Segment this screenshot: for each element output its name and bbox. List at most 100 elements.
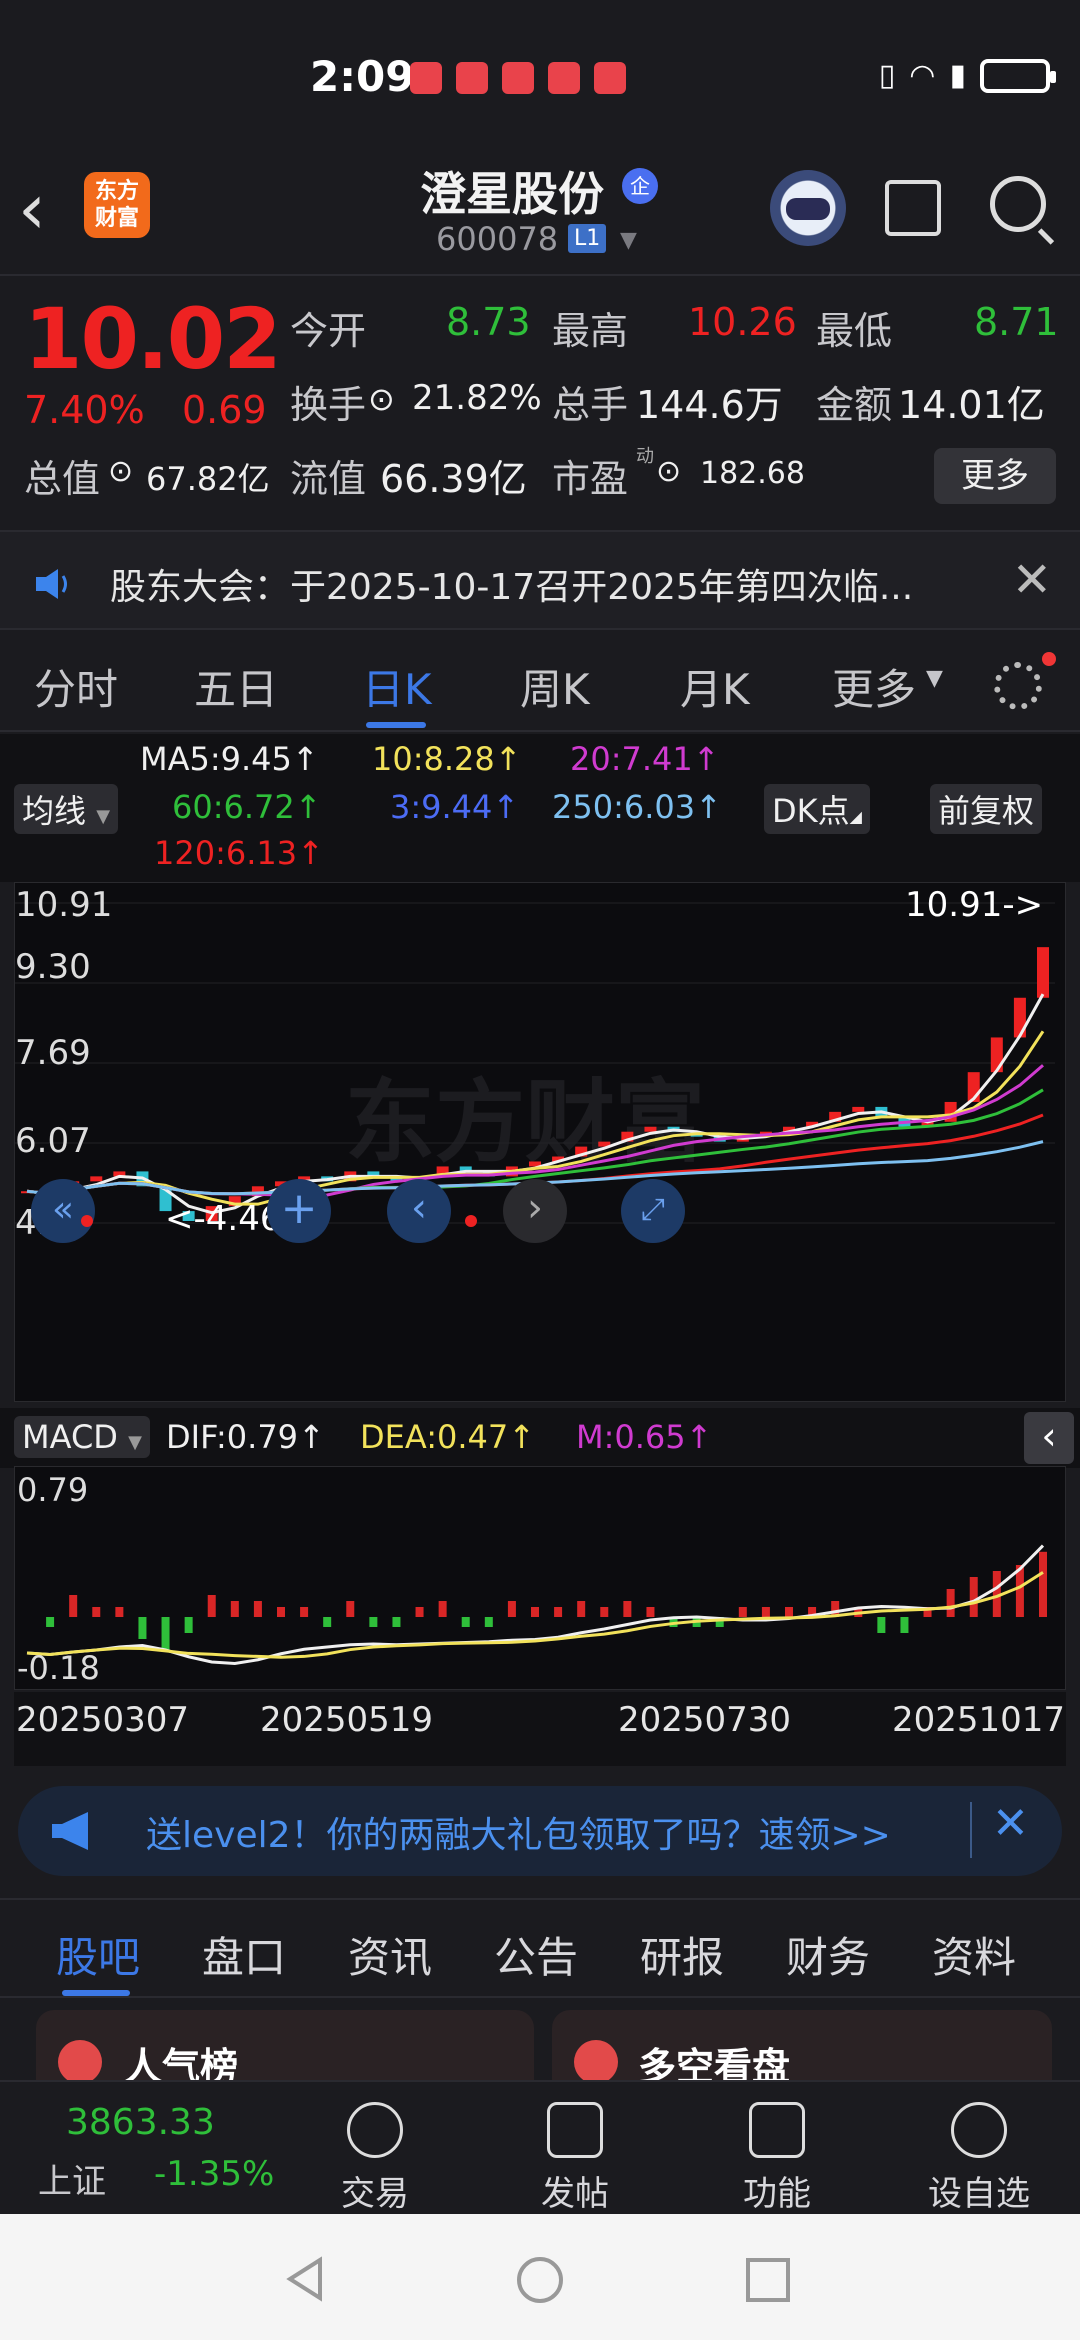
date-label: 20250519 [260,1700,434,1740]
info-icon[interactable]: ⊙ [368,380,395,418]
notice-bar[interactable]: 股东大会：于2025-10-17召开2025年第四次临... ✕ [0,530,1080,630]
macd-chart[interactable]: 0.79 -0.18 [14,1466,1066,1690]
index-value[interactable]: 3863.33 [66,2102,215,2143]
share-icon[interactable] [885,180,941,236]
y-tick: 7.69 [15,1033,91,1073]
ma3-label: 3:9.44↑ [390,788,520,826]
macd-y-min: -0.18 [17,1649,100,1687]
low-label: 最低 [816,309,893,353]
functions-button[interactable]: 功能 [712,2102,842,2215]
tab-news[interactable]: 资讯 [348,1924,432,1985]
battery-icon [980,58,1056,93]
chevron-left-icon[interactable]: ‹ [1024,1412,1074,1464]
close-icon[interactable]: ✕ [1012,552,1052,608]
candle [1013,997,1026,1038]
macd-selector[interactable]: MACD ▼ [14,1416,150,1458]
pe-label: 市盈 [552,457,629,501]
chart-icon [58,2040,102,2080]
fullscreen-icon[interactable]: ⤢ [621,1179,685,1243]
promo-banner[interactable]: 送level2！你的两融大礼包领取了吗？速领>> ✕ [18,1786,1062,1876]
back-icon[interactable]: ‹ [18,174,46,244]
popularity-card[interactable]: 人气榜 [36,2010,534,2080]
kline-chart[interactable]: 东方财富 10.91 9.30 7.69 6.07 4.46 10.91-> <… [14,882,1066,1402]
tab-guba[interactable]: 股吧 [56,1924,140,1985]
add-watchlist-button[interactable]: 设自选 [914,2102,1044,2215]
active-tab-indicator [62,1990,130,1996]
more-button[interactable]: 更多 [934,448,1056,504]
chevron-right-icon[interactable]: › [503,1179,567,1243]
adjust-button[interactable]: 前复权 [930,784,1043,834]
ma20-label: 20:7.41↑ [570,740,720,778]
zoom-in-icon[interactable]: + [267,1179,331,1243]
date-label: 20251017 [892,1700,1066,1740]
recents-square-icon[interactable] [744,2256,792,2304]
ma5-label: MA5:9.45↑ [140,740,319,778]
info-icon[interactable]: ⊙ [656,454,681,489]
macd-bar [969,1577,978,1617]
float-cap-value: 66.39亿 [380,457,527,501]
megaphone-icon [52,1812,88,1850]
enterprise-badge: 企 [622,168,658,204]
market-cap-value: 67.82亿 [146,460,270,498]
gear-icon[interactable] [994,662,1042,710]
macd-bar [300,1607,309,1617]
home-circle-icon[interactable] [514,2254,566,2306]
macd-bar [461,1617,470,1627]
turnover-label: 换手 [290,383,367,427]
open-label: 今开 [290,309,367,353]
post-label: 发帖 [541,2174,609,2214]
rewind-icon[interactable]: « [31,1179,95,1243]
post-button[interactable]: 发帖 [510,2102,640,2215]
macd-bar [92,1607,101,1617]
card-title: 人气榜 [124,2045,239,2080]
tab-financials[interactable]: 财务 [786,1924,870,1985]
vs-icon [574,2040,618,2080]
macd-bar [253,1601,262,1617]
tab-profile[interactable]: 资料 [932,1924,1016,1985]
macd-bar [577,1601,586,1617]
tab-more[interactable]: 更多 [832,656,916,717]
open-value: 8.73 [446,300,531,344]
ma120-label: 120:6.13↑ [154,834,324,872]
notification-dot [1042,652,1056,666]
add-watchlist-label: 设自选 [928,2174,1030,2214]
level-badge[interactable]: L1 [568,224,607,253]
macd-bar [785,1607,793,1617]
active-tab-indicator [366,722,426,728]
tab-research[interactable]: 研报 [640,1924,724,1985]
macd-bar [507,1601,516,1617]
volume-value: 144.6万 [636,383,783,427]
tab-monthly-k[interactable]: 月K [680,656,750,717]
tab-weekly-k[interactable]: 周K [520,656,590,717]
info-icon[interactable]: ⊙ [108,454,133,489]
tab-daily-k[interactable]: 日K [362,656,432,717]
trade-button[interactable]: 交易 [310,2102,440,2215]
pe-value: 182.68 [700,456,805,491]
macd-bar [323,1617,332,1627]
macd-bar [138,1617,147,1639]
float-cap-label: 流值 [290,457,367,501]
dk-marker [465,1215,477,1227]
macd-bar [346,1601,355,1617]
dk-marker [81,1215,93,1227]
m-label: M:0.65↑ [576,1418,713,1456]
current-price: 10.02 [24,290,282,388]
macd-bar [738,1607,747,1617]
chevron-down-icon: ▼ [926,666,943,691]
search-icon[interactable] [990,176,1046,232]
tab-five-day[interactable]: 五日 [194,656,278,717]
tab-announcements[interactable]: 公告 [494,1924,578,1985]
chevron-down-icon[interactable]: ▼ [620,228,637,253]
tab-pankou[interactable]: 盘口 [202,1924,286,1985]
tab-intraday[interactable]: 分时 [34,656,118,717]
bull-bear-card[interactable]: 多空看盘 [552,2010,1052,2080]
back-triangle-icon[interactable] [280,2254,330,2304]
macd-bar [646,1607,655,1617]
candle [90,1176,103,1182]
macd-bar [69,1595,78,1617]
dk-point-button[interactable]: DK点◢ [764,784,870,834]
ma-selector[interactable]: 均线 ▼ [14,784,119,834]
notice-text: 股东大会：于2025-10-17召开2025年第四次临... [110,567,914,608]
close-icon[interactable]: ✕ [992,1798,1029,1849]
chevron-left-icon[interactable]: ‹ [387,1179,451,1243]
